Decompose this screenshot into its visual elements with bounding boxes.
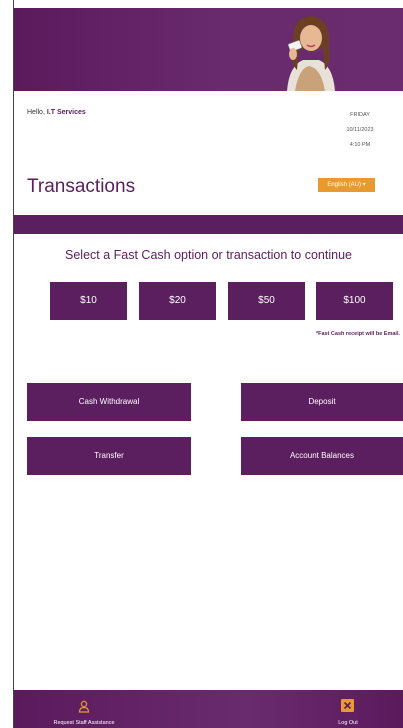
date-label: 10/11/2023 — [346, 127, 374, 133]
greeting: Hello, I.T Services — [27, 109, 86, 116]
transfer-button[interactable]: Transfer — [27, 437, 191, 475]
footer-bar: Request Staff Assistance Log Out — [14, 690, 403, 728]
instruction-text: Select a Fast Cash option or transaction… — [65, 248, 352, 262]
log-out-button[interactable]: Log Out — [328, 690, 368, 728]
woman-with-card-image — [287, 16, 335, 91]
fast-cash-20-button[interactable]: $20 — [139, 282, 216, 320]
atm-screen: Hello, I.T Services FRIDAY 10/11/2023 4:… — [0, 0, 403, 728]
person-icon — [78, 700, 90, 713]
time-label: 4:10 PM — [349, 142, 371, 148]
fast-cash-note: *Fast Cash receipt will be Email. — [315, 331, 400, 337]
fast-cash-10-button[interactable]: $10 — [50, 282, 127, 320]
deposit-button[interactable]: Deposit — [241, 383, 403, 421]
hero-banner — [14, 8, 403, 91]
request-staff-assistance-label: Request Staff Assistance — [53, 720, 115, 726]
greeting-prefix: Hello, — [27, 109, 47, 116]
log-out-label: Log Out — [338, 720, 358, 726]
account-balances-button[interactable]: Account Balances — [241, 437, 403, 475]
cash-withdrawal-button[interactable]: Cash Withdrawal — [27, 383, 191, 421]
day-label: FRIDAY — [350, 112, 370, 118]
language-select[interactable]: English (AU) ▾ — [318, 178, 375, 192]
fast-cash-50-button[interactable]: $50 — [228, 282, 305, 320]
request-staff-assistance-button[interactable]: Request Staff Assistance — [44, 690, 124, 728]
user-name: I.T Services — [46, 109, 86, 116]
page-title: Transactions — [27, 176, 136, 197]
close-icon — [341, 699, 354, 712]
frame-edge — [13, 0, 14, 728]
fast-cash-100-button[interactable]: $100 — [316, 282, 393, 320]
divider-band — [14, 215, 403, 234]
